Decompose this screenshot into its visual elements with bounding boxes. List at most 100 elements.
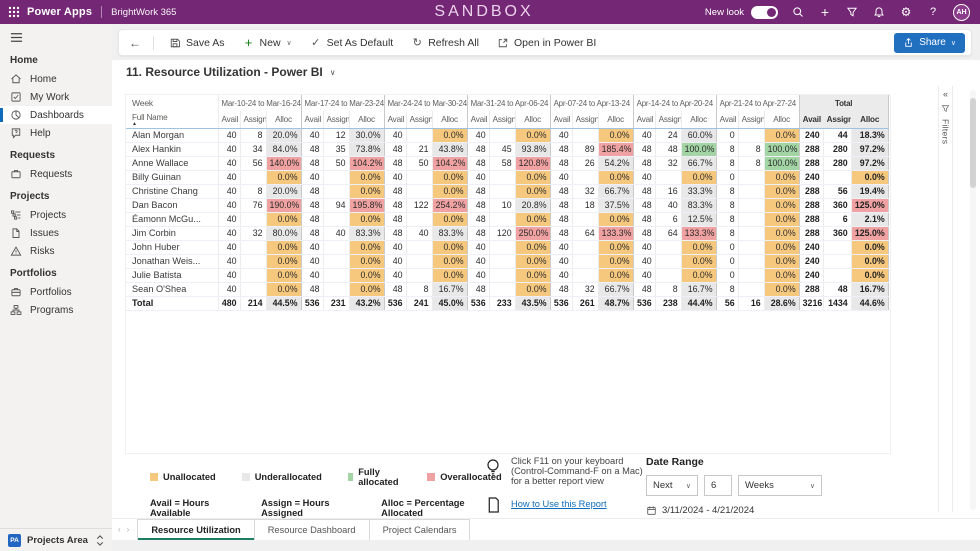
week-header-cell: Week <box>126 95 218 111</box>
assign-cell <box>323 282 349 296</box>
settings-icon[interactable]: ⚙ <box>899 5 913 19</box>
alloc-cell: 0.0% <box>515 268 550 282</box>
save-as-button[interactable]: Save As <box>160 30 234 55</box>
avail-cell: 48 <box>550 226 572 240</box>
help-icon[interactable]: ? <box>926 5 940 19</box>
alloc-cell: 48.7% <box>598 296 633 310</box>
assign-cell <box>489 212 515 226</box>
open-in-power-bi-button[interactable]: Open in Power BI <box>488 30 605 55</box>
environment-name[interactable]: BrightWork 365 <box>111 7 176 18</box>
sidebar-item-help[interactable]: Help <box>0 124 112 142</box>
assign-cell: 24 <box>655 128 681 142</box>
preset-value: Next <box>653 480 673 491</box>
sidebar-item-portfolios[interactable]: Portfolios <box>0 283 112 301</box>
assign-cell <box>323 184 349 198</box>
avail-cell: 48 <box>550 184 572 198</box>
assign-cell <box>489 184 515 198</box>
avail-cell: 48 <box>550 198 572 212</box>
avail-cell: 40 <box>633 128 655 142</box>
alloc-cell: 0.0% <box>432 240 467 254</box>
tab-project-calendars[interactable]: Project Calendars <box>370 519 471 540</box>
avail-cell: 40 <box>218 282 240 296</box>
search-icon[interactable] <box>791 5 805 19</box>
filters-pane[interactable]: « Filters <box>938 86 953 512</box>
alloc-cell: 0.0% <box>266 282 301 296</box>
total-assign-cell <box>823 240 851 254</box>
total-avail-cell: 288 <box>799 198 823 212</box>
tab-prev-icon[interactable]: ‹ <box>118 525 121 534</box>
sidebar-item-projects[interactable]: Projects <box>0 206 112 224</box>
avail-cell: 40 <box>550 170 572 184</box>
title-chevron-icon[interactable]: ∨ <box>330 68 336 77</box>
share-button[interactable]: Share ∨ <box>894 33 965 53</box>
area-switcher[interactable]: PA Projects Area <box>0 528 112 551</box>
assign-cell <box>655 170 681 184</box>
total-group-header: Total <box>799 95 888 111</box>
report-tabs: Resource UtilizationResource DashboardPr… <box>137 519 470 540</box>
expand-filters-icon[interactable]: « <box>943 90 948 98</box>
assign-cell: 238 <box>655 296 681 310</box>
set-as-default-button[interactable]: ✓ Set As Default <box>301 30 403 55</box>
notifications-icon[interactable] <box>872 5 886 19</box>
count-input[interactable] <box>704 475 732 496</box>
alloc-cell: 93.8% <box>515 142 550 156</box>
sidebar-item-home[interactable]: Home <box>0 70 112 88</box>
avail-cell: 536 <box>301 296 323 310</box>
alloc-cell: 0.0% <box>764 184 799 198</box>
table-row: Alan Morgan40820.0%401230.0%400.0%400.0%… <box>126 128 888 142</box>
full-name-header[interactable]: Full Name▲ <box>126 111 218 128</box>
week-group-header: Mar-24-24 to Mar-30-24 <box>384 95 467 111</box>
alloc-cell: 20.0% <box>266 184 301 198</box>
how-to-use-link[interactable]: How to Use this Report <box>511 499 607 509</box>
sidebar-group-label: Portfolios <box>0 260 112 283</box>
avail-cell: 8 <box>716 142 738 156</box>
avail-cell: 40 <box>633 254 655 268</box>
new-look-toggle[interactable] <box>751 6 778 19</box>
total-assign-cell: 6 <box>823 212 851 226</box>
tab-next-icon[interactable]: › <box>127 525 130 534</box>
table-row: John Huber400.0%400.0%400.0%400.0%400.0%… <box>126 240 888 254</box>
sidebar-item-my-work[interactable]: My Work <box>0 88 112 106</box>
refresh-all-button[interactable]: ↻ Refresh All <box>402 30 488 55</box>
full-name-cell: Total <box>126 296 218 310</box>
sidebar-item-programs[interactable]: Programs <box>0 301 112 319</box>
new-button[interactable]: + New ∨ <box>234 30 301 55</box>
alloc-cell: 0.0% <box>432 212 467 226</box>
toggle-knob <box>767 8 776 17</box>
back-button[interactable]: ← <box>127 36 147 50</box>
sidebar-item-requests[interactable]: Requests <box>0 165 112 183</box>
tab-resource-utilization[interactable]: Resource Utilization <box>137 519 254 540</box>
alloc-cell: 0.0% <box>764 268 799 282</box>
alloc-cell: 0.0% <box>432 268 467 282</box>
sidebar-item-issues[interactable]: Issues <box>0 224 112 242</box>
alloc-cell: 0.0% <box>764 254 799 268</box>
avatar[interactable]: AH <box>953 4 970 21</box>
app-window: Power Apps BrightWork 365 SANDBOX New lo… <box>0 0 980 551</box>
dashboards-icon <box>10 109 22 121</box>
full-name-cell: Alex Hankin <box>126 142 218 156</box>
alloc-cell: 45.0% <box>432 296 467 310</box>
avail-cell: 48 <box>633 184 655 198</box>
sidebar-item-dashboards[interactable]: Dashboards <box>0 106 112 124</box>
avail-cell: 48 <box>384 226 406 240</box>
assign-cell: 56 <box>240 156 266 170</box>
hamburger-icon[interactable] <box>0 24 112 47</box>
subheader-alloc: Alloc <box>681 111 716 128</box>
filter-icon[interactable] <box>845 5 859 19</box>
unit-select[interactable]: Weeks ∨ <box>738 475 822 496</box>
tab-resource-dashboard[interactable]: Resource Dashboard <box>255 519 370 540</box>
sidebar-item-risks[interactable]: Risks <box>0 242 112 260</box>
assign-cell: 231 <box>323 296 349 310</box>
add-icon[interactable]: + <box>818 5 832 19</box>
app-name[interactable]: Power Apps <box>27 6 92 18</box>
table-row: Anne Wallace4056140.0%4850104.2%4850104.… <box>126 156 888 170</box>
waffle-menu-icon[interactable] <box>8 6 20 18</box>
preset-select[interactable]: Next ∨ <box>646 475 698 496</box>
scrollbar-thumb[interactable] <box>970 98 976 188</box>
assign-cell <box>738 170 764 184</box>
avail-cell: 40 <box>467 128 489 142</box>
avail-cell: 536 <box>467 296 489 310</box>
report-scrollbar[interactable] <box>970 90 976 510</box>
subheader-avail: Avail <box>550 111 572 128</box>
alloc-cell: 60.0% <box>681 128 716 142</box>
